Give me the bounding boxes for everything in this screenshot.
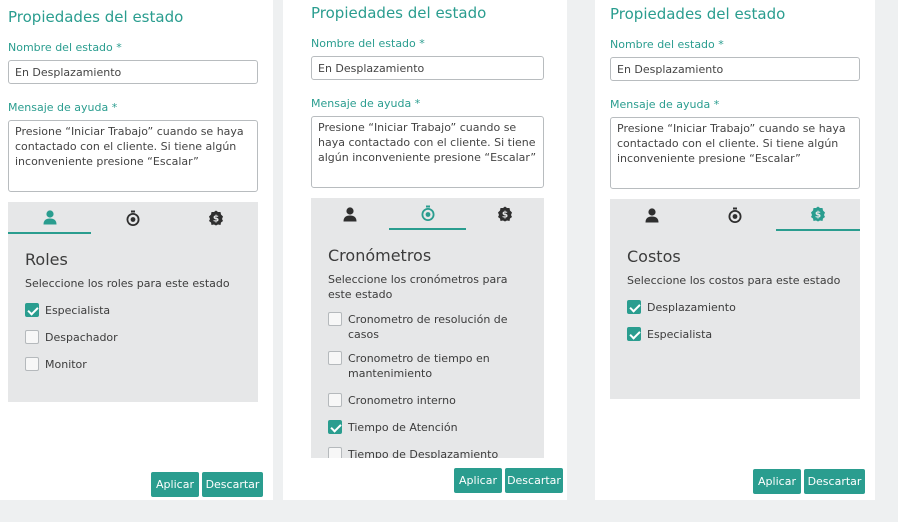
tab-costos[interactable]: $ xyxy=(466,198,544,230)
state-properties-panel-roles: Propiedades del estado Nombre del estado… xyxy=(0,0,273,500)
user-icon xyxy=(42,209,58,225)
dollar-coin-icon: $ xyxy=(810,206,826,222)
state-name-input[interactable]: En Desplazamiento xyxy=(8,60,258,84)
checkbox[interactable] xyxy=(25,303,39,317)
checkbox-item[interactable]: Especialista xyxy=(627,327,807,342)
tab-bar: $ xyxy=(311,198,544,230)
svg-text:$: $ xyxy=(213,215,219,225)
section-title: Cronómetros xyxy=(328,246,432,265)
user-icon xyxy=(644,207,660,223)
checkbox-label: Despachador xyxy=(45,331,118,344)
tab-costos[interactable]: $ xyxy=(776,199,860,231)
checkbox-item[interactable]: Especialista xyxy=(25,303,205,318)
help-message-label: Mensaje de ayuda * xyxy=(8,101,118,114)
help-message-textarea[interactable]: Presione “Iniciar Trabajo” cuando se hay… xyxy=(8,120,258,192)
tab-panel-costos: Costos Seleccione los costos para este e… xyxy=(610,231,860,399)
panel-title: Propiedades del estado xyxy=(610,5,786,23)
tab-roles[interactable] xyxy=(610,199,693,231)
discard-button[interactable]: Descartar xyxy=(505,468,563,493)
state-properties-panel-costos: Propiedades del estado Nombre del estado… xyxy=(595,0,875,500)
discard-button[interactable]: Descartar xyxy=(202,472,263,497)
dollar-coin-icon: $ xyxy=(208,210,224,226)
tab-bar: $ xyxy=(610,199,860,231)
checkbox-label: Cronometro de tiempo en mantenimiento xyxy=(348,352,490,380)
discard-button[interactable]: Descartar xyxy=(804,469,865,494)
checkbox[interactable] xyxy=(328,351,342,365)
checkbox[interactable] xyxy=(627,327,641,341)
tab-cronometros[interactable] xyxy=(91,202,174,234)
checkbox[interactable] xyxy=(328,420,342,434)
stopwatch-icon xyxy=(420,205,436,221)
help-message-textarea[interactable]: Presione “Iniciar Trabajo” cuando se hay… xyxy=(610,117,860,189)
checkbox-label: Monitor xyxy=(45,358,87,371)
tab-panel-roles: Roles Seleccione los roles para este est… xyxy=(8,234,258,402)
tab-roles[interactable] xyxy=(311,198,389,230)
checkbox-item[interactable]: Despachador xyxy=(25,330,205,345)
help-message-label: Mensaje de ayuda * xyxy=(610,98,720,111)
checkbox-item[interactable]: Desplazamiento xyxy=(627,300,807,315)
state-properties-panel-cronometros: Propiedades del estado Nombre del estado… xyxy=(283,0,567,500)
checkbox-label: Cronometro interno xyxy=(348,394,456,407)
panel-title: Propiedades del estado xyxy=(311,4,487,22)
stopwatch-icon xyxy=(125,210,141,226)
tab-panel-cronometros: Cronómetros Seleccione los cronómetros p… xyxy=(311,230,544,458)
checkbox[interactable] xyxy=(25,330,39,344)
stopwatch-icon xyxy=(727,207,743,223)
section-description: Seleccione los cronómetros para este est… xyxy=(328,273,508,301)
help-message-textarea[interactable]: Presione “Iniciar Trabajo” cuando se hay… xyxy=(311,116,544,188)
checkbox[interactable] xyxy=(627,300,641,314)
user-icon xyxy=(342,206,358,222)
checkbox[interactable] xyxy=(328,393,342,407)
checkbox[interactable] xyxy=(328,447,342,458)
section-description: Seleccione los roles para este estado xyxy=(25,277,230,290)
checkbox-item[interactable]: Tiempo de Desplazamiento xyxy=(328,447,508,458)
panel-title: Propiedades del estado xyxy=(8,8,184,26)
state-name-label: Nombre del estado * xyxy=(610,38,724,51)
help-message-label: Mensaje de ayuda * xyxy=(311,97,421,110)
tab-costos[interactable]: $ xyxy=(174,202,258,234)
state-name-label: Nombre del estado * xyxy=(8,41,122,54)
svg-text:$: $ xyxy=(815,211,821,221)
checkbox-label: Tiempo de Atención xyxy=(348,421,458,434)
checkbox-label: Desplazamiento xyxy=(647,301,736,314)
state-name-label: Nombre del estado * xyxy=(311,37,425,50)
apply-button[interactable]: Aplicar xyxy=(151,472,199,497)
tab-roles[interactable] xyxy=(8,202,91,234)
checkbox-item[interactable]: Cronometro de resolución de casos xyxy=(328,312,508,342)
checkbox-label: Especialista xyxy=(45,304,111,317)
tab-bar: $ xyxy=(8,202,258,234)
checkbox-label: Especialista xyxy=(647,328,713,341)
checkbox[interactable] xyxy=(25,357,39,371)
state-name-input[interactable]: En Desplazamiento xyxy=(610,57,860,81)
checkbox-item[interactable]: Cronometro de tiempo en mantenimiento xyxy=(328,351,508,381)
section-title: Roles xyxy=(25,250,68,269)
tab-cronometros[interactable] xyxy=(693,199,776,231)
checkbox-item[interactable]: Monitor xyxy=(25,357,205,372)
section-description: Seleccione los costos para este estado xyxy=(627,274,841,287)
apply-button[interactable]: Aplicar xyxy=(454,468,502,493)
checkbox-item[interactable]: Cronometro interno xyxy=(328,393,508,408)
dollar-coin-icon: $ xyxy=(497,206,513,222)
checkbox-label: Cronometro de resolución de casos xyxy=(348,313,508,341)
section-title: Costos xyxy=(627,247,681,266)
checkbox-label: Tiempo de Desplazamiento xyxy=(348,448,499,458)
state-name-input[interactable]: En Desplazamiento xyxy=(311,56,544,80)
apply-button[interactable]: Aplicar xyxy=(753,469,801,494)
tab-cronometros[interactable] xyxy=(389,198,466,230)
svg-text:$: $ xyxy=(502,211,508,221)
checkbox-item[interactable]: Tiempo de Atención xyxy=(328,420,508,435)
checkbox[interactable] xyxy=(328,312,342,326)
